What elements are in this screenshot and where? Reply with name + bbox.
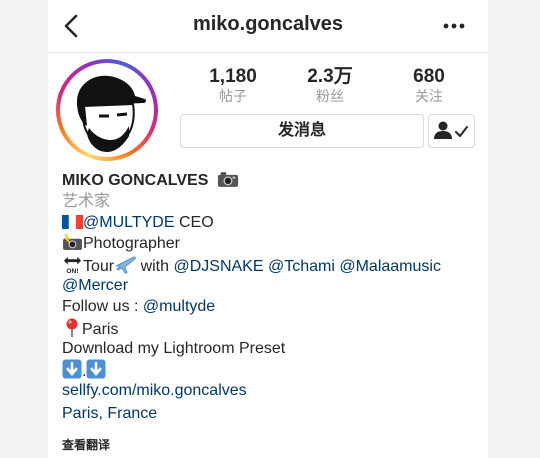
stat-posts-count: 1,180 xyxy=(209,66,257,87)
mention-mercer[interactable]: @Mercer xyxy=(62,277,128,294)
bio-follow-us-text: Follow us : xyxy=(62,298,143,315)
mention-multyde[interactable]: @MULTYDE xyxy=(83,214,175,231)
bio-line-mercer: @Mercer xyxy=(62,275,482,296)
down-arrow-icon xyxy=(86,359,106,379)
profile-screen: miko.goncalves 1,180 帖子 2.3万 粉丝 680 关注 发… xyxy=(48,0,488,458)
stat-followers[interactable]: 2.3万 粉丝 xyxy=(285,66,375,105)
on-arrow-icon: ON! xyxy=(63,256,82,274)
mention-malaamusic[interactable]: @Malaamusic xyxy=(339,258,441,275)
bio-line-download: Download my Lightroom Preset xyxy=(62,340,286,357)
mention-djsnake[interactable]: @DJSNAKE xyxy=(173,258,263,275)
person-check-icon xyxy=(434,121,468,139)
stat-following[interactable]: 680 关注 xyxy=(384,66,474,105)
stat-followers-count: 2.3万 xyxy=(307,66,353,87)
location-link[interactable]: Paris, France xyxy=(62,405,157,422)
profile-bio: MIKO GONCALVES 艺术家 @MULTYDE CEO Photogra… xyxy=(62,170,482,424)
bio-ceo-text: CEO xyxy=(174,214,214,231)
more-dots-icon[interactable] xyxy=(440,12,468,40)
profile-username-title: miko.goncalves xyxy=(192,13,344,35)
bio-line-paris: Paris xyxy=(62,317,482,338)
mention-tchami[interactable]: @Tchami xyxy=(268,258,335,275)
website-link[interactable]: sellfy.com/miko.goncalves xyxy=(62,382,247,399)
bio-line-follow-us: Follow us : @multyde xyxy=(62,296,482,317)
bio-line-arrows: . xyxy=(62,359,482,380)
message-button[interactable]: 发消息 xyxy=(180,114,424,148)
profile-stats: 1,180 帖子 2.3万 粉丝 680 关注 xyxy=(188,66,478,106)
mention-multyde-lower[interactable]: @multyde xyxy=(143,298,215,315)
camera-icon xyxy=(217,172,238,187)
stat-followers-label: 粉丝 xyxy=(316,88,344,104)
bio-website-row: sellfy.com/miko.goncalves xyxy=(62,380,482,401)
bio-photographer-text: Photographer xyxy=(83,235,180,252)
stat-posts[interactable]: 1,180 帖子 xyxy=(188,66,278,105)
down-arrow-icon xyxy=(62,359,82,379)
bio-with-text: with xyxy=(136,258,174,275)
see-translation-link[interactable]: 查看翻译 xyxy=(62,436,110,453)
france-flag-icon xyxy=(62,214,83,230)
bio-paris-text: Paris xyxy=(82,321,119,338)
airplane-icon xyxy=(115,256,136,274)
bio-name-row: MIKO GONCALVES xyxy=(62,170,482,191)
bio-line-photographer: Photographer xyxy=(62,233,482,254)
round-pushpin-icon xyxy=(66,318,78,337)
camera-flash-icon xyxy=(63,234,82,251)
bio-line-multyde: @MULTYDE CEO xyxy=(62,212,482,233)
display-name: MIKO GONCALVES xyxy=(62,172,209,189)
stat-following-label: 关注 xyxy=(415,88,443,104)
top-navigation-bar: miko.goncalves xyxy=(48,0,488,53)
avatar[interactable] xyxy=(56,59,158,161)
avatar-illustration xyxy=(63,66,151,154)
svg-text:ON!: ON! xyxy=(66,268,78,274)
bio-location-row: Paris, France xyxy=(62,403,482,424)
bio-tour-text: Tour xyxy=(83,258,115,275)
following-button[interactable] xyxy=(428,114,475,148)
stat-following-count: 680 xyxy=(413,66,445,87)
bio-line-tour: ON! Tour with @DJSNAKE @Tchami @Malaamus… xyxy=(62,254,482,275)
stat-posts-label: 帖子 xyxy=(219,88,247,104)
profile-category: 艺术家 xyxy=(62,193,111,210)
